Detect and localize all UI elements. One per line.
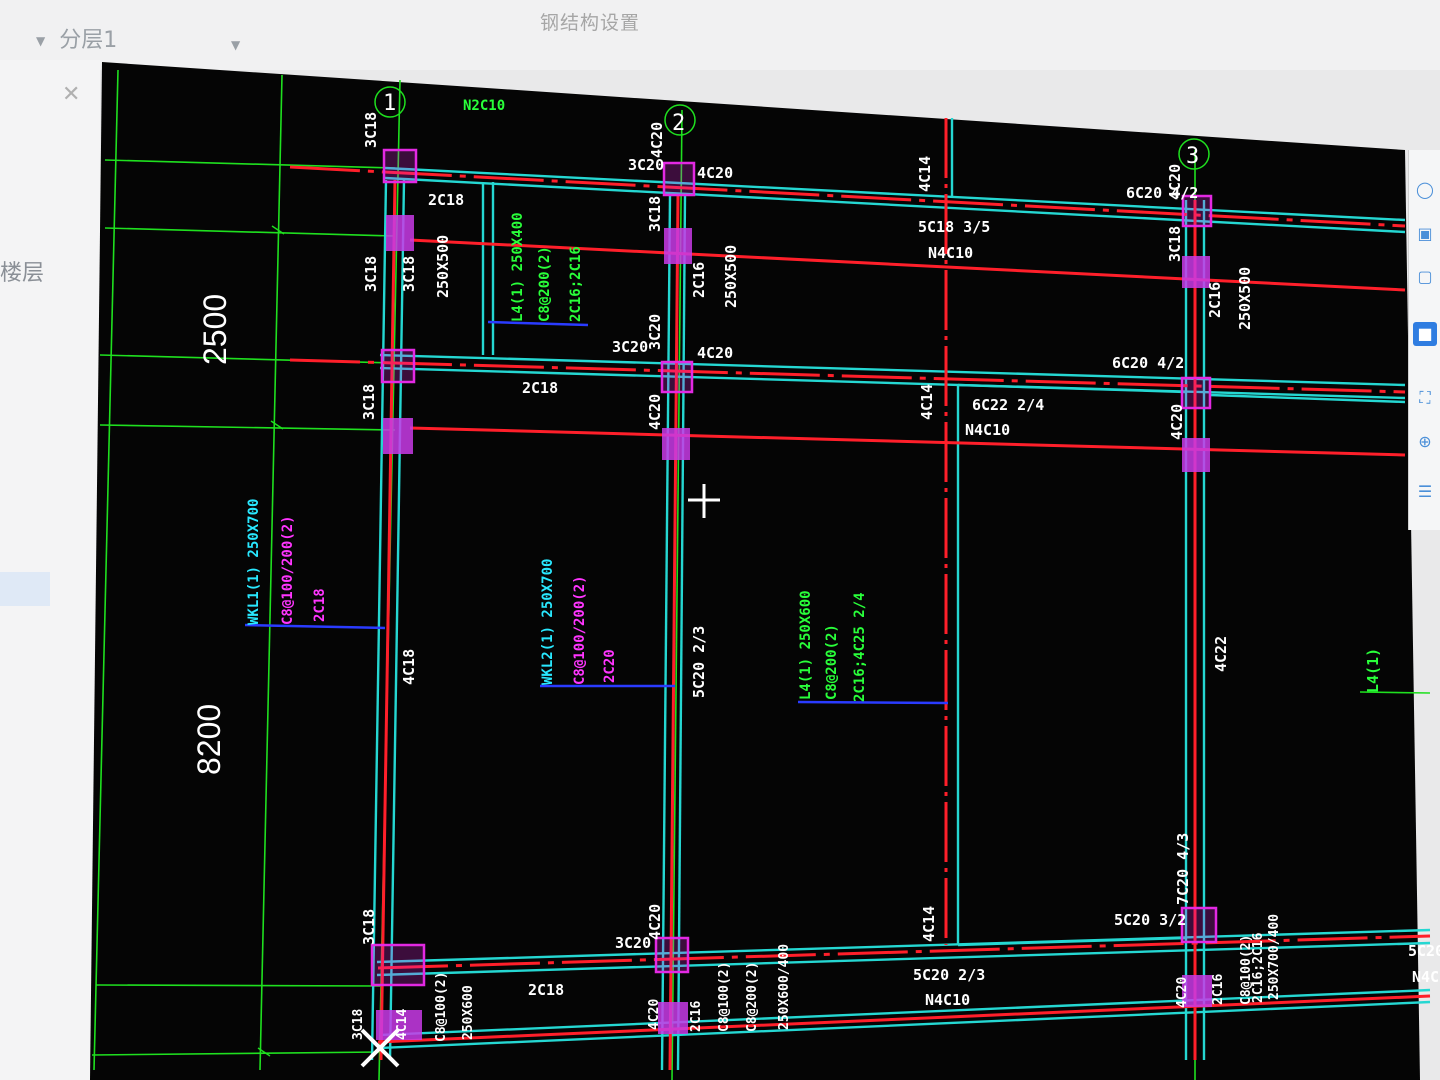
bottom-label: 250X600/400 [777, 944, 792, 1030]
bottom-label: C8@200(2) [745, 962, 760, 1032]
column [660, 360, 694, 394]
label-4c22: 4C22 [1212, 636, 1230, 672]
column-highlight [386, 215, 414, 251]
label-4c20: 4C20 [697, 344, 733, 362]
label-4c20: 4C20 [646, 904, 664, 940]
bottom-label: 250X700/400 [1267, 914, 1282, 1000]
axis-label-1: 1 [383, 91, 396, 116]
bottom-label: 4C20 [1175, 977, 1190, 1008]
label-n4c: N4C [1412, 968, 1439, 986]
label-l4-far: L4(1) [1364, 648, 1382, 693]
column [382, 148, 418, 184]
label-3c18: 3C18 [362, 112, 380, 148]
bottom-label: C8@100(2) [717, 962, 732, 1032]
span-label-l4-bars: 2C16;4C25 2/4 [852, 592, 868, 702]
bottom-label: 2C16 [689, 1001, 704, 1032]
label-3c18: 3C18 [360, 909, 378, 945]
label-4c14: 4C14 [918, 384, 936, 420]
label-5c18: 5C18 3/5 [918, 218, 990, 236]
label-5c20: 5C20 3/2 [1114, 911, 1186, 929]
label-3c20: 3C20 [612, 338, 648, 356]
cad-drawing-canvas[interactable]: 1 2 3 2500 8200 N2C10 3C20 4C20 2C18 6C2… [0, 0, 1440, 1080]
bottom-label: 2C16 [1211, 974, 1226, 1005]
column [380, 348, 416, 384]
orbit-icon[interactable]: ⊕ [1413, 430, 1437, 454]
span-label-wkl2: WKL2(1) 250X700 [540, 559, 556, 685]
column-highlight [383, 418, 413, 454]
label-5c20: 5C20 2/3 [690, 626, 708, 698]
span-label-wkl1: WKL1(1) 250X700 [246, 499, 262, 625]
bottom-label: 3C18 [351, 1009, 366, 1040]
label-n4c10: N4C10 [965, 421, 1010, 439]
column-highlight [1182, 438, 1210, 472]
label-4c20: 4C20 [1166, 164, 1184, 200]
span-label-l4-top-bars: 2C16;2C16 [568, 246, 584, 322]
label-2c18: 2C18 [528, 981, 564, 999]
axis-label-2: 2 [672, 111, 685, 136]
column-highlight [664, 228, 692, 264]
span-label-l4-stirrup: C8@200(2) [824, 624, 840, 700]
label-5c20: 5C20 2/3 [913, 966, 985, 984]
label-4c18: 4C18 [400, 649, 418, 685]
label-3c18: 3C18 [400, 256, 418, 292]
span-label-wkl2-stirrup: C8@100/200(2) [572, 575, 588, 685]
label-4c20: 4C20 [648, 122, 666, 158]
column-highlight [658, 1002, 688, 1034]
view-toolbar: ◯ ▣ ▢ ■ ⛶ ⊕ ☰ [1408, 150, 1440, 530]
bottom-label: 250X600 [461, 985, 476, 1040]
label-6c20: 6C20 4/2 [1126, 184, 1198, 202]
span-label-l4-top: L4(1) 250X400 [510, 212, 526, 322]
label-2c18: 2C18 [522, 379, 558, 397]
label-3c18: 3C18 [360, 384, 378, 420]
label-6c20: 6C20 4/2 [1112, 354, 1184, 372]
label-250x500: 250X500 [434, 235, 452, 298]
column [662, 161, 696, 197]
label-250x500: 250X500 [722, 245, 740, 308]
bottom-label: 2C16;2C16 [1251, 932, 1266, 1003]
label-4c20: 4C20 [1168, 404, 1186, 440]
label-7c20: 7C20 4/3 [1174, 833, 1192, 905]
label-250x500: 250X500 [1236, 267, 1254, 330]
span-label-l4-top-stirrup: C8@200(2) [537, 246, 553, 322]
column [654, 936, 690, 974]
span-label-l4: L4(1) 250X600 [798, 590, 814, 700]
label-3c18: 3C18 [646, 196, 664, 232]
label-n4c10: N4C10 [925, 991, 970, 1009]
label-4c20: 4C20 [697, 164, 733, 182]
span-label-wkl1-stirrup: C8@100/200(2) [280, 515, 296, 625]
column [1180, 906, 1218, 944]
span-label-wkl1-bars: 2C18 [312, 588, 328, 622]
axis-line-h-5 [95, 984, 381, 987]
box-view-icon[interactable]: ▢ [1413, 265, 1437, 289]
label-n2c10: N2C10 [463, 98, 505, 114]
label-5c20: 5C20 [1408, 942, 1440, 960]
sphere-view-icon[interactable]: ◯ [1413, 178, 1437, 202]
label-2c16: 2C16 [1206, 282, 1224, 318]
dimension-2500: 2500 [197, 294, 233, 365]
label-2c18: 2C18 [428, 191, 464, 209]
label-6c22: 6C22 2/4 [972, 396, 1044, 414]
label-2c16: 2C16 [690, 262, 708, 298]
label-4c20: 4C20 [646, 394, 664, 430]
bottom-label: C8@100(2) [434, 972, 449, 1042]
label-3c18: 3C18 [362, 256, 380, 292]
label-3c18: 3C18 [1166, 226, 1184, 262]
span-label-wkl2-bars: 2C20 [602, 649, 618, 683]
column-highlight [662, 428, 690, 460]
dimension-8200: 8200 [191, 704, 227, 775]
label-4c14: 4C14 [920, 906, 938, 942]
layer-list-icon[interactable]: ☰ [1413, 480, 1437, 504]
bottom-label: 4C14 [395, 1009, 410, 1040]
column [370, 943, 426, 987]
3d-view-icon[interactable]: ▣ [1413, 222, 1437, 246]
label-3c20: 3C20 [646, 314, 664, 350]
column [1180, 376, 1212, 410]
cube-solid-icon[interactable]: ■ [1413, 322, 1437, 346]
bottom-label: 4C20 [647, 999, 662, 1030]
axis-label-3: 3 [1186, 144, 1199, 169]
fullscreen-icon[interactable]: ⛶ [1413, 386, 1437, 410]
leader-line [797, 700, 949, 705]
label-n4c10: N4C10 [928, 244, 973, 262]
label-4c14: 4C14 [916, 156, 934, 192]
